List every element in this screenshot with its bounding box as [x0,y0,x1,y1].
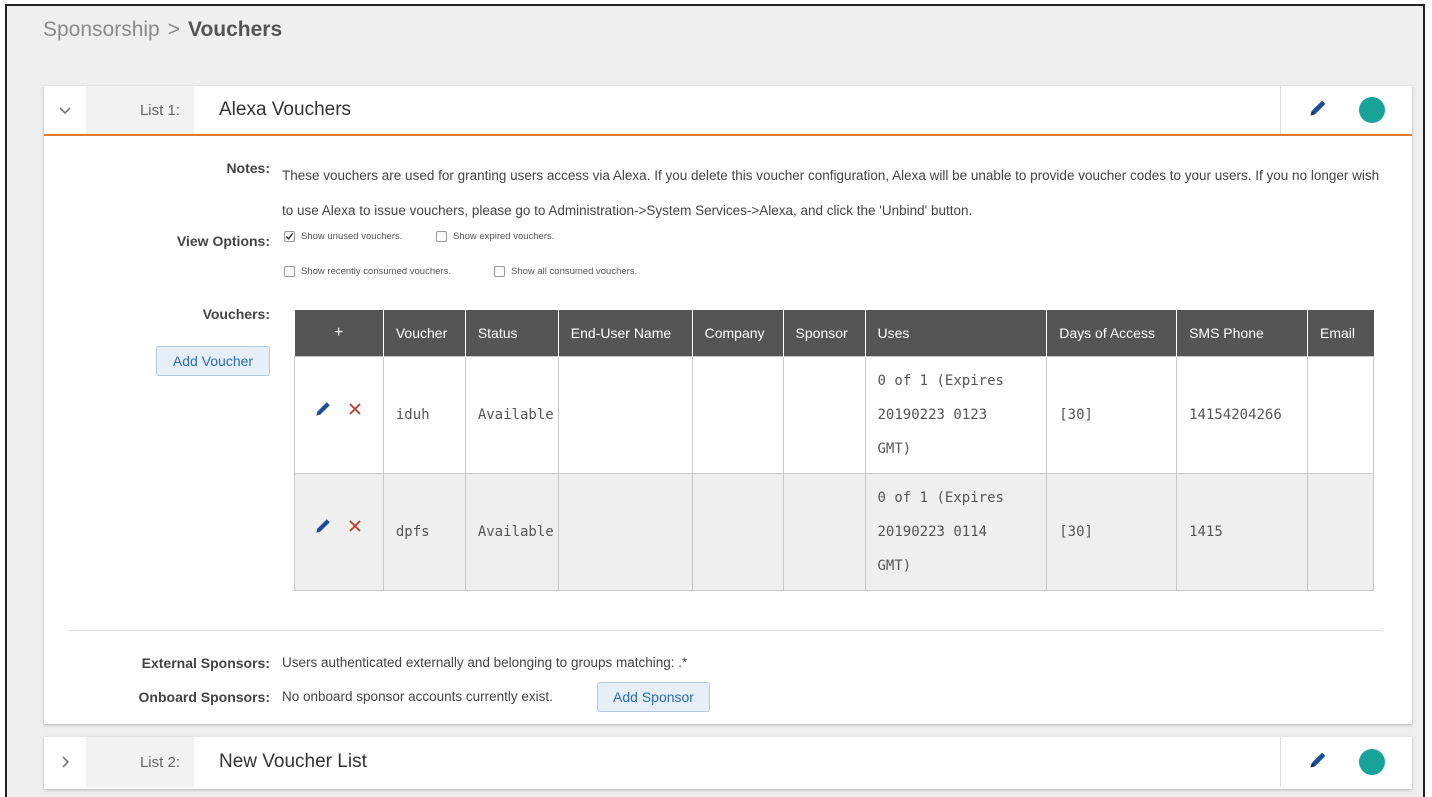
checkbox[interactable] [284,266,295,277]
x-icon[interactable] [345,515,365,549]
option-show-expired[interactable]: Show expired vouchers. [436,231,554,242]
cell-sponsor [782,355,866,474]
option-label: Show unused vouchers. [301,231,403,242]
cell-status: Available [464,472,559,591]
cell-email [1307,355,1374,474]
col-status[interactable]: Status [464,310,559,356]
uses-line: GMT) [877,557,912,574]
cell-voucher: iduh [382,355,466,474]
vouchers-label: Vouchers: [202,306,270,322]
cell-uses: 0 of 1 (Expires 20190223 0123 GMT) [864,355,1048,474]
status-dot [1359,749,1385,775]
uses-line: 0 of 1 (Expires [877,372,1004,389]
col-days-of-access[interactable]: Days of Access [1046,310,1177,356]
notes-label: Notes: [226,160,270,176]
pencil-icon[interactable] [1307,749,1329,776]
cell-email [1307,472,1374,591]
col-sms-phone[interactable]: SMS Phone [1176,310,1308,356]
row-actions [294,472,384,591]
checkbox[interactable] [494,266,505,277]
external-sponsors-text: Users authenticated externally and belon… [282,655,688,670]
table-row: dpfs Available 0 of 1 (Expires 20190223 … [294,472,1374,591]
uses-line: 20190223 0114 [877,523,988,540]
onboard-sponsors-text: No onboard sponsor accounts currently ex… [282,689,553,704]
col-end-user-name[interactable]: End-User Name [557,310,693,356]
x-icon[interactable] [345,398,365,432]
voucher-list-panel-2: List 2: New Voucher List [44,737,1412,789]
list-label: List 1: [86,86,194,134]
voucher-list-panel-1: List 1: Alexa Vouchers Notes: These vouc… [44,86,1412,724]
pencil-icon[interactable] [313,398,333,432]
panel-actions [1280,737,1412,787]
option-show-unused[interactable]: Show unused vouchers. [284,231,402,242]
cell-sponsor [782,472,866,591]
option-show-recently-consumed[interactable]: Show recently consumed vouchers. [284,266,451,277]
col-email[interactable]: Email [1307,310,1374,356]
option-label: Show expired vouchers. [453,231,555,242]
chevron-down-icon[interactable] [44,86,86,134]
row-actions [294,355,384,474]
cell-voucher: dpfs [382,472,466,591]
app-frame: Sponsorship > Vouchers List 1: Alexa Vouch… [5,4,1425,797]
status-dot [1359,97,1385,123]
cell-sms-phone: 1415 [1176,472,1308,591]
list-title: Alexa Vouchers [219,99,352,120]
breadcrumb-root[interactable]: Sponsorship [43,18,160,41]
option-label: Show all consumed vouchers. [511,266,638,277]
uses-line: 0 of 1 (Expires [877,489,1004,506]
col-uses[interactable]: Uses [864,310,1047,356]
col-voucher[interactable]: Voucher [382,310,466,356]
panel-actions [1280,86,1412,134]
checkbox[interactable] [436,231,447,242]
cell-uses: 0 of 1 (Expires 20190223 0114 GMT) [864,472,1048,591]
add-voucher-button[interactable]: Add Voucher [156,346,270,376]
pencil-icon[interactable] [313,515,333,549]
table-header-row: + Voucher Status End-User Name Company S… [294,310,1374,356]
section-divider [69,630,1383,631]
add-sponsor-button[interactable]: Add Sponsor [597,682,710,712]
cell-status: Available [464,355,559,474]
breadcrumb: Sponsorship > Vouchers [43,18,282,42]
list-label: List 2: [86,737,194,787]
col-sponsor[interactable]: Sponsor [782,310,865,356]
option-show-all-consumed[interactable]: Show all consumed vouchers. [494,266,637,277]
cell-company [691,355,784,474]
cell-days-of-access: [30] [1046,472,1178,591]
onboard-sponsors-label: Onboard Sponsors: [138,689,270,705]
cell-days-of-access: [30] [1046,355,1178,474]
cell-sms-phone: 14154204266 [1176,355,1308,474]
vouchers-table: + Voucher Status End-User Name Company S… [294,310,1374,591]
panel-header: List 2: New Voucher List [44,737,1412,787]
table-row: iduh Available 0 of 1 (Expires 20190223 … [294,355,1374,474]
checkbox-checked[interactable] [284,231,295,242]
notes-text: These vouchers are used for granting use… [282,168,1380,218]
view-options-label: View Options: [176,233,270,249]
cell-end-user-name [557,355,693,474]
chevron-right-icon[interactable] [44,737,86,787]
option-label: Show recently consumed vouchers. [301,266,451,277]
col-company[interactable]: Company [691,310,784,356]
list-title: New Voucher List [219,751,367,772]
uses-line: GMT) [877,440,912,457]
external-sponsors-label: External Sponsors: [141,655,270,671]
breadcrumb-current: Vouchers [188,18,283,41]
panel-header: List 1: Alexa Vouchers [44,86,1412,136]
pencil-icon[interactable] [1307,97,1329,124]
uses-line: 20190223 0123 [877,406,988,423]
col-add[interactable]: + [294,310,384,356]
breadcrumb-separator: > [167,18,181,41]
cell-company [691,472,784,591]
cell-end-user-name [557,472,693,591]
